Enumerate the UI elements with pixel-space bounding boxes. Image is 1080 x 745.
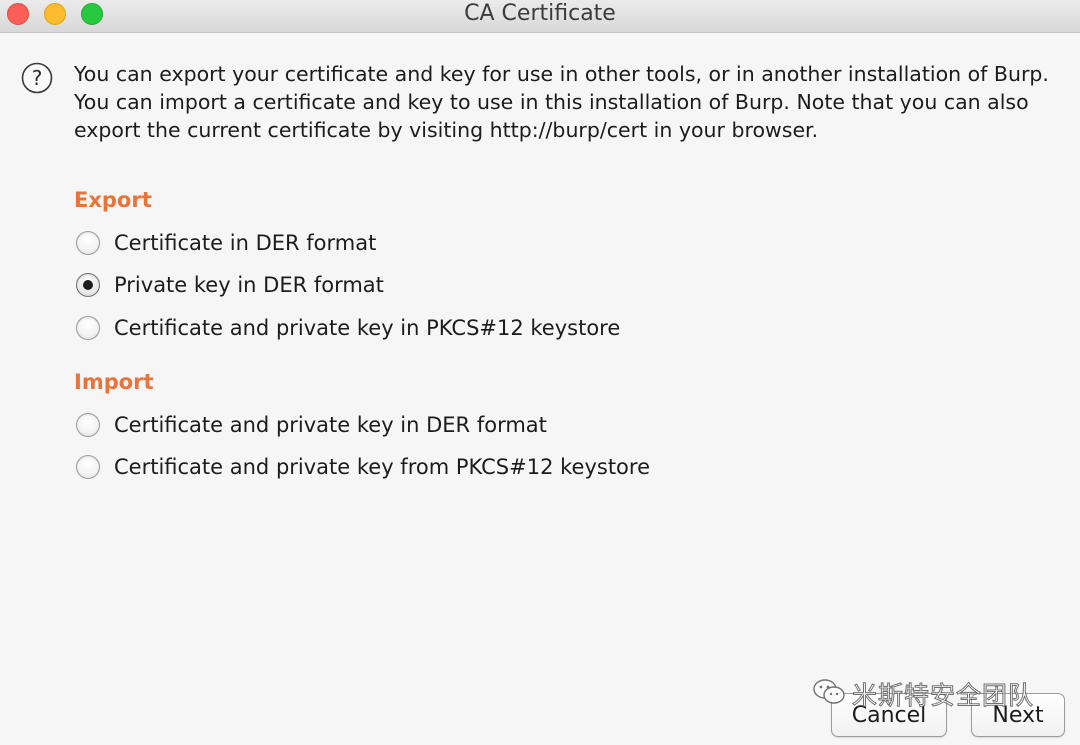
- export-option-certificate-der[interactable]: Certificate in DER format: [76, 228, 376, 258]
- radio-button-selected[interactable]: [76, 273, 100, 297]
- import-option-der[interactable]: Certificate and private key in DER forma…: [76, 410, 547, 440]
- radio-button[interactable]: [76, 413, 100, 437]
- next-button[interactable]: Next: [971, 693, 1065, 737]
- radio-button[interactable]: [76, 455, 100, 479]
- intro-text: You can export your certificate and key …: [74, 62, 1049, 142]
- title-bar[interactable]: CA Certificate: [0, 0, 1080, 33]
- import-option-pkcs12[interactable]: Certificate and private key from PKCS#12…: [76, 452, 650, 482]
- ca-certificate-window: CA Certificate ? You can export your cer…: [0, 0, 1080, 745]
- option-label: Certificate and private key in DER forma…: [114, 413, 547, 437]
- radio-button[interactable]: [76, 316, 100, 340]
- export-option-private-key-der[interactable]: Private key in DER format: [76, 270, 384, 300]
- option-label: Certificate in DER format: [114, 231, 377, 255]
- option-label: Certificate and private key in PKCS#12 k…: [114, 316, 621, 340]
- export-option-pkcs12[interactable]: Certificate and private key in PKCS#12 k…: [76, 313, 620, 343]
- svg-text:?: ?: [32, 66, 43, 90]
- option-label: Private key in DER format: [114, 273, 384, 297]
- export-section-label: Export: [74, 188, 152, 212]
- cancel-button[interactable]: Cancel: [831, 693, 947, 737]
- radio-button[interactable]: [76, 231, 100, 255]
- import-section-label: Import: [74, 370, 154, 394]
- radio-selected-dot: [83, 280, 93, 290]
- window-title: CA Certificate: [464, 1, 616, 26]
- question-circle-icon: ?: [21, 62, 53, 94]
- option-label: Certificate and private key from PKCS#12…: [114, 455, 650, 479]
